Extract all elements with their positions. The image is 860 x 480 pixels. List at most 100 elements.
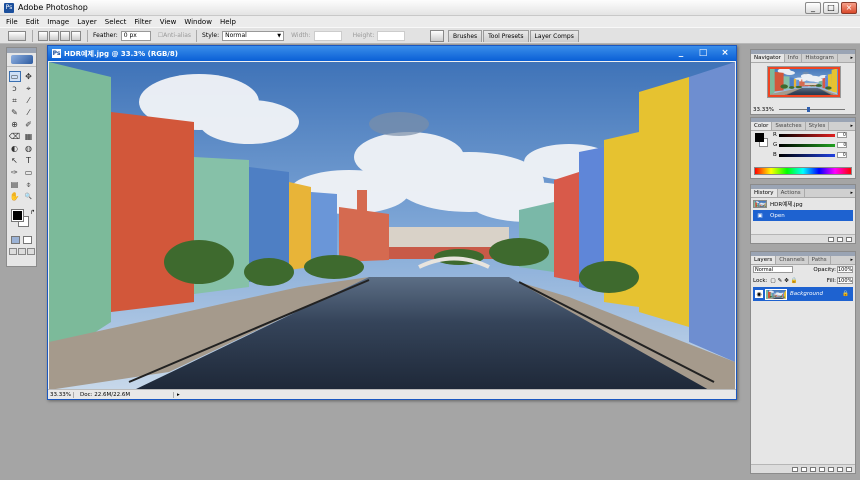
shape-tool-icon[interactable]: ▭ [23,167,35,178]
add-selection-button[interactable] [49,30,59,41]
document-close-button[interactable]: × [718,47,732,59]
style-select[interactable]: Normal ▼ [222,30,285,41]
hand-tool-icon[interactable]: ✋ [9,191,21,202]
blur-tool-icon[interactable]: ◐ [9,143,21,154]
trash-icon[interactable] [846,236,852,242]
marquee-tool-icon[interactable]: ▭ [8,71,21,82]
brush-tool-icon[interactable]: ⁄ [23,107,35,118]
history-snapshot[interactable]: HDR예제.jpg [753,198,853,209]
navigator-zoom-slider[interactable] [779,109,845,110]
new-layer-icon[interactable] [837,466,843,472]
standard-screen-mode-button[interactable] [8,248,17,255]
layer-style-icon[interactable] [801,466,807,472]
blend-mode-select[interactable]: Normal [753,266,793,273]
adjustment-layer-icon[interactable] [819,466,825,472]
lock-image-icon[interactable]: ✎ [778,278,783,284]
path-selection-tool-icon[interactable]: ↖ [9,155,21,166]
red-channel-slider[interactable] [778,133,835,137]
new-document-from-state-icon[interactable] [828,236,834,242]
red-channel-value[interactable]: 0 [836,132,847,138]
menu-edit[interactable]: Edit [26,18,40,26]
maximize-button[interactable]: □ [823,2,839,14]
tab-color[interactable]: Color [751,122,773,130]
navigator-thumbnail[interactable] [767,66,841,98]
layer-mask-icon[interactable] [810,466,816,472]
tool-preset-picker[interactable] [8,30,26,41]
full-screen-mode-button[interactable] [26,248,35,255]
trash-icon[interactable] [846,466,852,472]
tab-navigator[interactable]: Navigator [751,54,785,62]
history-state-open[interactable]: ▣ Open [753,210,853,221]
document-maximize-button[interactable]: □ [696,47,710,59]
tab-history[interactable]: History [751,189,778,197]
menu-filter[interactable]: Filter [134,18,151,26]
well-tab-tool-presets[interactable]: Tool Presets [483,30,529,42]
intersect-selection-button[interactable] [71,30,81,41]
tab-channels[interactable]: Channels [776,256,809,264]
green-channel-value[interactable]: 0 [837,142,848,148]
lock-transparent-icon[interactable]: ▢ [770,278,775,284]
width-input[interactable] [313,30,342,41]
type-tool-icon[interactable]: T [23,155,35,166]
clone-stamp-tool-icon[interactable]: ⊕ [9,119,21,130]
crop-tool-icon[interactable]: ⌗ [9,95,21,106]
foreground-color-swatch[interactable] [11,209,24,222]
color-spectrum-ramp[interactable] [754,167,852,175]
palette-menu-icon[interactable]: ▸ [850,55,853,61]
slice-tool-icon[interactable]: ⁄ [23,95,35,106]
subtract-selection-button[interactable] [60,30,70,41]
eraser-tool-icon[interactable]: ⌫ [9,131,21,142]
dodge-tool-icon[interactable]: ◍ [23,143,35,154]
navigator-view-box[interactable] [768,67,840,97]
menu-layer[interactable]: Layer [77,18,97,26]
eye-icon[interactable]: ◉ [755,290,763,298]
fill-input[interactable]: 100% [837,277,853,284]
blue-channel-slider[interactable] [778,153,835,157]
new-selection-button[interactable] [38,30,48,41]
tab-paths[interactable]: Paths [809,256,831,264]
palette-menu-icon[interactable]: ▸ [850,257,853,263]
move-tool-icon[interactable]: ✥ [23,71,35,82]
zoom-tool-icon[interactable]: 🔍 [23,191,35,202]
adobe-online-icon[interactable] [7,53,36,67]
document-minimize-button[interactable]: _ [674,47,688,59]
height-input[interactable] [377,30,406,41]
standard-mode-button[interactable] [11,236,20,244]
notes-tool-icon[interactable]: ▤ [9,179,21,190]
lock-position-icon[interactable]: ✥ [784,278,789,284]
tab-info[interactable]: Info [785,54,803,62]
gradient-tool-icon[interactable]: ▦ [23,131,35,142]
menu-help[interactable]: Help [220,18,236,26]
color-foreground-swatch[interactable] [755,133,764,142]
eyedropper-tool-icon[interactable]: ⌽ [23,179,35,190]
opacity-input[interactable]: 100% [837,266,853,273]
lock-all-icon[interactable]: 🔒 [791,278,798,284]
status-menu-arrow-icon[interactable]: ▸ [174,392,183,398]
history-brush-tool-icon[interactable]: ✐ [23,119,35,130]
tab-histogram[interactable]: Histogram [802,54,838,62]
menu-window[interactable]: Window [184,18,212,26]
feather-input[interactable]: 0 px [120,30,151,41]
blue-channel-value[interactable]: 0 [836,152,847,158]
tab-styles[interactable]: Styles [806,122,830,130]
menu-view[interactable]: View [160,18,177,26]
status-zoom[interactable]: 33.33% [48,391,74,398]
healing-brush-tool-icon[interactable]: ✎ [9,107,21,118]
new-snapshot-icon[interactable] [837,236,843,242]
swap-colors-icon[interactable]: ↱ [30,209,35,216]
close-button[interactable]: × [841,2,857,14]
menu-file[interactable]: File [6,18,18,26]
pen-tool-icon[interactable]: ✑ [9,167,21,178]
well-tab-brushes[interactable]: Brushes [448,30,483,42]
tab-actions[interactable]: Actions [778,189,805,197]
image-canvas[interactable] [49,62,735,390]
layer-background[interactable]: ◉ Background 🔒 [753,287,853,301]
file-browser-icon[interactable] [430,30,444,42]
minimize-button[interactable]: _ [805,2,821,14]
navigator-zoom-value[interactable]: 33.33% [753,107,774,113]
menu-select[interactable]: Select [105,18,127,26]
palette-menu-icon[interactable]: ▸ [850,123,853,129]
tab-layers[interactable]: Layers [751,256,777,264]
navigator-zoom-knob[interactable] [807,107,810,112]
new-group-icon[interactable] [828,466,834,472]
